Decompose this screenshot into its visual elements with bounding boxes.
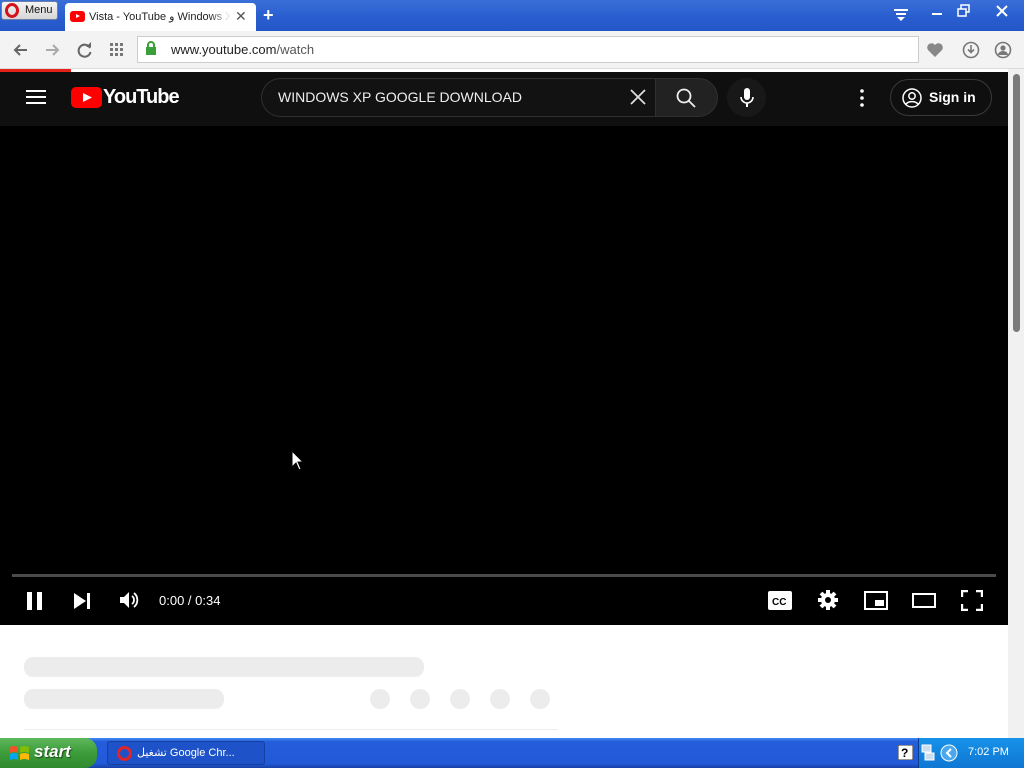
loading-action-placeholder <box>490 689 510 709</box>
mic-icon <box>740 88 754 107</box>
heart-icon[interactable] <box>925 40 945 60</box>
browser-tab[interactable]: Vista - YouTube و Windows XP ✕ <box>65 3 256 31</box>
close-window-icon[interactable] <box>993 3 1011 19</box>
restore-icon[interactable] <box>955 3 973 19</box>
opera-menu-button[interactable]: Menu <box>1 1 58 20</box>
windows-flag-icon <box>10 746 29 760</box>
url-host: www.youtube.com <box>171 42 277 57</box>
clock: 7:02 PM <box>968 746 1009 758</box>
hamburger-icon[interactable] <box>26 88 46 106</box>
opera-logo-icon <box>5 3 19 18</box>
tab-menu-icon[interactable] <box>893 6 909 22</box>
url-text[interactable]: www.youtube.com/watch <box>171 42 314 57</box>
volume-icon[interactable] <box>118 589 140 611</box>
close-tab-icon[interactable]: ✕ <box>235 8 247 25</box>
menu-label: Menu <box>25 4 53 16</box>
youtube-logo-icon[interactable] <box>71 87 102 108</box>
download-icon[interactable] <box>961 40 981 60</box>
loading-action-placeholder <box>370 689 390 709</box>
loading-action-placeholder <box>530 689 550 709</box>
network-icon[interactable] <box>921 744 935 761</box>
fullscreen-icon[interactable] <box>961 590 983 611</box>
tray-arrow-icon[interactable] <box>940 744 958 762</box>
lock-icon <box>146 41 156 55</box>
theater-icon[interactable] <box>912 593 936 608</box>
account-icon[interactable] <box>993 40 1013 60</box>
loading-action-placeholder <box>410 689 430 709</box>
taskbar-item-label: تشغيل Google Chr... <box>137 747 235 759</box>
tab-title: Vista - YouTube و Windows XP <box>89 11 231 23</box>
search-query[interactable]: WINDOWS XP GOOGLE DOWNLOAD <box>278 89 522 105</box>
pause-icon[interactable] <box>25 590 45 612</box>
reload-icon[interactable] <box>75 40 95 60</box>
loading-title-placeholder <box>24 657 424 677</box>
user-icon <box>902 88 922 108</box>
svg-text:CC: CC <box>772 597 786 608</box>
search-icon <box>676 88 696 108</box>
time-display: 0:00 / 0:34 <box>159 593 221 608</box>
back-icon[interactable] <box>11 40 31 60</box>
help-icon[interactable]: ? <box>898 745 913 760</box>
loading-channel-placeholder <box>24 689 224 709</box>
video-player[interactable] <box>0 126 1008 625</box>
speed-dial-icon[interactable] <box>108 40 128 60</box>
clear-search-icon[interactable] <box>629 88 647 106</box>
divider <box>24 729 558 730</box>
miniplayer-icon[interactable] <box>864 591 888 610</box>
forward-icon[interactable] <box>42 40 62 60</box>
scrollbar-thumb[interactable] <box>1013 74 1020 332</box>
loading-action-placeholder <box>450 689 470 709</box>
captions-icon[interactable]: CC <box>768 591 792 610</box>
seek-bar[interactable] <box>12 574 996 577</box>
more-vert-icon[interactable] <box>855 88 869 108</box>
opera-logo-icon <box>117 746 132 761</box>
mouse-cursor <box>291 450 305 471</box>
settings-icon[interactable] <box>817 589 839 611</box>
svg-text:?: ? <box>901 746 908 760</box>
next-icon[interactable] <box>72 590 92 612</box>
minimize-icon[interactable] <box>928 3 946 19</box>
sign-in-label[interactable]: Sign in <box>929 89 976 105</box>
url-path: /watch <box>276 42 315 57</box>
new-tab-icon[interactable]: + <box>263 5 274 26</box>
start-label: start <box>34 742 71 761</box>
youtube-logo-text[interactable]: YouTube <box>103 86 180 109</box>
youtube-favicon <box>70 11 85 22</box>
